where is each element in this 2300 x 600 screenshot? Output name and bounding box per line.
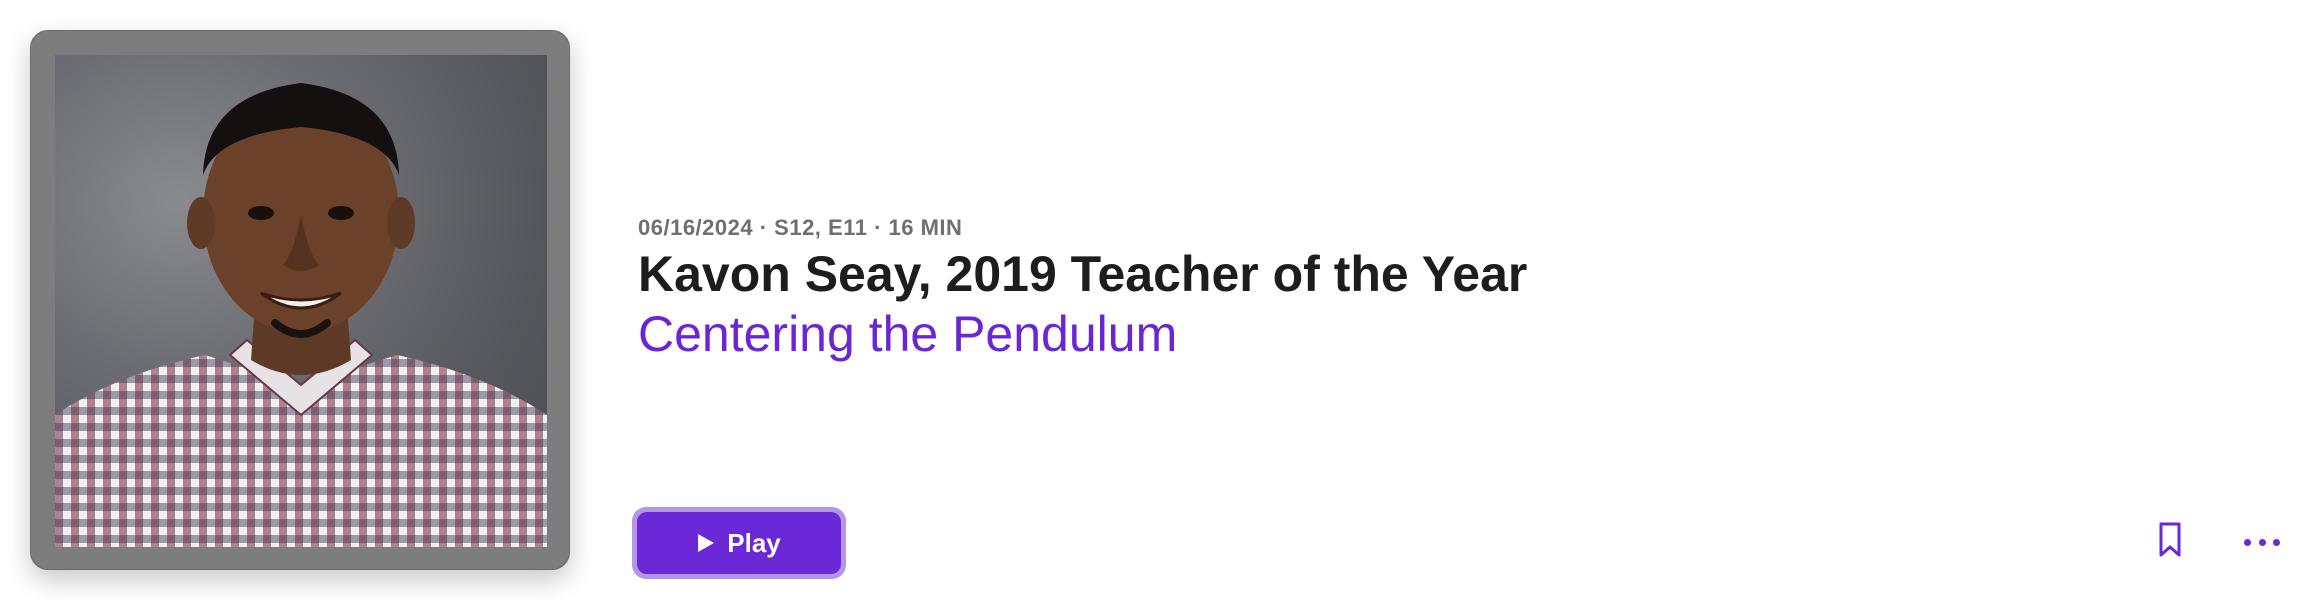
episode-title: Kavon Seay, 2019 Teacher of the Year: [638, 246, 1528, 302]
episode-artwork: [30, 30, 570, 570]
bookmark-button[interactable]: [2154, 520, 2186, 560]
episode-header: 06/16/2024 · S12, E11 · 16 MIN Kavon Sea…: [0, 0, 2300, 600]
play-button-label: Play: [727, 527, 781, 558]
more-icon: [2244, 538, 2251, 546]
more-options-button[interactable]: [2244, 528, 2280, 556]
more-icon-dot: [2258, 538, 2266, 546]
bookmark-icon: [2159, 522, 2181, 557]
play-icon: [698, 534, 715, 552]
play-button-focus-ring: Play: [632, 507, 846, 579]
play-button[interactable]: Play: [637, 512, 841, 574]
portrait-illustration: [55, 83, 547, 547]
episode-meta: 06/16/2024 · S12, E11 · 16 MIN: [638, 215, 963, 240]
more-icon-dot: [2273, 538, 2280, 546]
show-name-link[interactable]: Centering the Pendulum: [638, 305, 1177, 363]
episode-photo: [55, 55, 547, 547]
